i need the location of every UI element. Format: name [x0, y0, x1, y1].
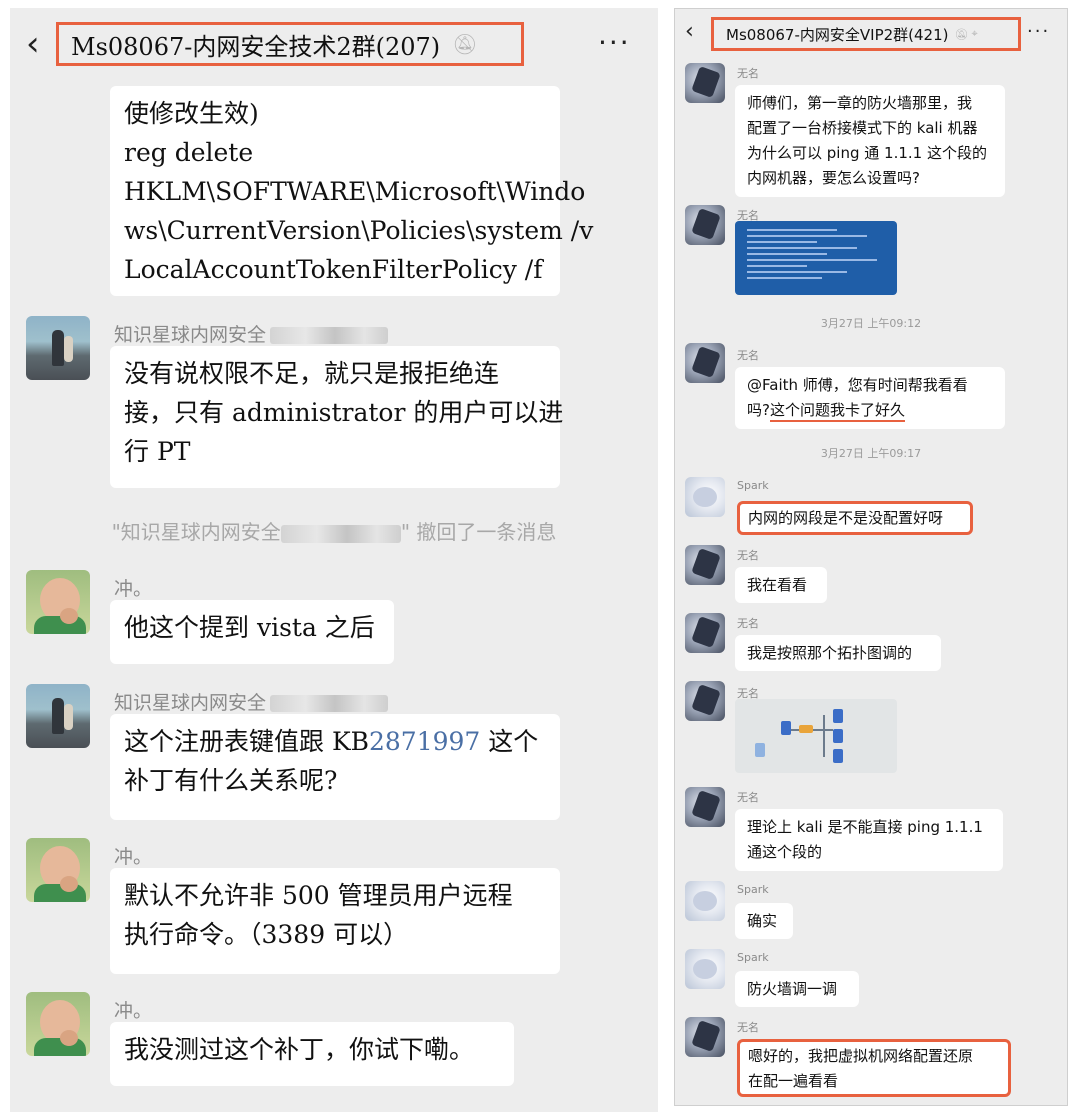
- avatar[interactable]: [685, 681, 725, 721]
- avatar[interactable]: [685, 949, 725, 989]
- message-bubble: 防火墙调一调: [735, 971, 859, 1007]
- sender-name: 无名: [737, 617, 759, 630]
- pin-icon: ⌖: [971, 27, 978, 40]
- message-bubble: 嗯好的，我把虚拟机网络配置还原 在配一遍看看: [737, 1039, 1011, 1097]
- avatar[interactable]: [685, 63, 725, 103]
- avatar[interactable]: [685, 881, 725, 921]
- message-bubble: 没有说权限不足，就只是报拒绝连 接，只有 administrator 的用户可以…: [110, 346, 564, 488]
- redacted-mark: [280, 524, 401, 543]
- message-bubble: @Faith 师傅，您有时间帮我看看 吗?这个问题我卡了好久: [735, 367, 1005, 429]
- group-title: Ms08067-内网安全技术2群(207): [71, 32, 441, 61]
- message-bubble: 这个注册表键值跟 KB2871997 这个 补丁有什么关系呢?: [110, 714, 560, 820]
- bell-off-icon: 🔕︎: [954, 27, 969, 41]
- sender-name: Spark: [737, 479, 769, 492]
- more-options-icon[interactable]: ···: [1027, 21, 1050, 42]
- group-title-box: Ms08067-内网安全VIP2群(421) 🔕︎ ⌖: [711, 17, 1021, 51]
- message-line: 接，只有 administrator 的用户可以进: [124, 398, 564, 427]
- message-line: reg delete: [124, 138, 254, 167]
- group-title: Ms08067-内网安全VIP2群(421): [726, 25, 949, 44]
- message-line: 他这个提到 vista 之后: [124, 613, 375, 642]
- sender-name: 冲。: [114, 1000, 153, 1022]
- back-chevron-icon[interactable]: ‹: [26, 24, 40, 64]
- message-line: 理论上 kali 是不能直接 ping 1.1.1: [747, 818, 983, 836]
- sender-name: Spark: [737, 951, 769, 964]
- message-line: ws\CurrentVersion\Policies\system /v: [124, 216, 594, 245]
- sender-name: 无名: [737, 549, 759, 562]
- recall-notice: "知识星球内网安全 " 撤回了一条消息: [111, 520, 557, 544]
- avatar[interactable]: [685, 205, 725, 245]
- message-line: @Faith 师傅，您有时间帮我看看: [747, 376, 968, 394]
- avatar[interactable]: [26, 570, 90, 634]
- avatar[interactable]: [685, 545, 725, 585]
- message-bubble: 我在看看: [735, 567, 827, 603]
- message-line: 补丁有什么关系呢?: [124, 766, 338, 795]
- message-line: 内网的网段是不是没配置好呀: [748, 509, 944, 527]
- message-line: 内网机器，要怎么设置吗?: [747, 169, 920, 187]
- bell-off-icon: 🔕︎: [452, 32, 478, 56]
- message-bubble: 他这个提到 vista 之后: [110, 600, 394, 664]
- message-bubble: 师傅们，第一章的防火墙那里，我 配置了一台桥接模式下的 kali 机器 为什么可…: [735, 85, 1005, 197]
- back-chevron-icon[interactable]: ‹: [685, 19, 694, 44]
- sender-name: 无名: [737, 67, 759, 80]
- sender-name: 冲。: [114, 578, 153, 600]
- message-line: 这个注册表键值跟 KB2871997 这个: [124, 727, 539, 756]
- sender-name: 知识星球内网安全: [114, 320, 389, 347]
- timestamp: 3月27日 上午09:12: [820, 317, 922, 330]
- message-bubble: 确实: [735, 903, 793, 939]
- timestamp: 3月27日 上午09:17: [820, 447, 922, 460]
- message-line: 我是按照那个拓扑图调的: [747, 644, 913, 662]
- message-line: 在配一遍看看: [748, 1072, 839, 1090]
- message-line: 我在看看: [747, 576, 808, 594]
- message-line: 没有说权限不足，就只是报拒绝连: [124, 359, 500, 388]
- group-title-box: Ms08067-内网安全技术2群(207) 🔕︎: [56, 22, 524, 66]
- sender-name: 冲。: [114, 846, 153, 868]
- message-line: 执行命令。（3389 可以）: [124, 920, 409, 949]
- message-line: 吗?这个问题我卡了好久: [747, 398, 993, 423]
- topology-diagram-image[interactable]: [735, 699, 897, 773]
- sender-name: 无名: [737, 349, 759, 362]
- message-line: 防火墙调一调: [747, 980, 838, 998]
- message-line: 确实: [747, 912, 778, 930]
- right-chat-screenshot: ‹ Ms08067-内网安全VIP2群(421) 🔕︎ ⌖ ··· 无名 师傅们…: [674, 8, 1068, 1106]
- avatar[interactable]: [685, 787, 725, 827]
- terminal-screenshot-image[interactable]: [735, 221, 897, 295]
- avatar[interactable]: [685, 477, 725, 517]
- message-line: 嗯好的，我把虚拟机网络配置还原: [748, 1047, 974, 1065]
- message-bubble: 我没测过这个补丁，你试下嘞。: [110, 1022, 514, 1086]
- message-bubble: 内网的网段是不是没配置好呀: [737, 501, 973, 535]
- message-line: HKLM\SOFTWARE\Microsoft\Windo: [124, 177, 586, 206]
- avatar[interactable]: [685, 613, 725, 653]
- sender-name: Spark: [737, 883, 769, 896]
- highlighted-text: 这个问题我卡了好久: [769, 401, 905, 422]
- redacted-mark: [270, 694, 389, 713]
- avatar[interactable]: [26, 684, 90, 748]
- message-line: 我没测过这个补丁，你试下嘞。: [124, 1035, 475, 1064]
- avatar[interactable]: [26, 992, 90, 1056]
- more-options-icon[interactable]: ···: [598, 26, 631, 59]
- avatar[interactable]: [26, 838, 90, 902]
- sender-name: 无名: [737, 1021, 759, 1034]
- kb-link[interactable]: 2871997: [369, 727, 480, 756]
- message-bubble: 使修改生效) reg delete HKLM\SOFTWARE\Microsof…: [110, 86, 594, 296]
- sender-name: 无名: [737, 791, 759, 804]
- avatar[interactable]: [26, 316, 90, 380]
- message-line: 通这个段的: [747, 843, 823, 861]
- message-line: 默认不允许非 500 管理员用户远程: [124, 881, 513, 910]
- message-line: LocalAccountTokenFilterPolicy /f: [124, 255, 543, 284]
- message-line: 行 PT: [124, 437, 191, 466]
- message-line: 配置了一台桥接模式下的 kali 机器: [747, 119, 978, 137]
- avatar[interactable]: [685, 1017, 725, 1057]
- message-bubble: 默认不允许非 500 管理员用户远程 执行命令。（3389 可以）: [110, 868, 560, 974]
- left-chat-screenshot: ‹ Ms08067-内网安全技术2群(207) 🔕︎ ··· 使修改生效) re…: [10, 8, 658, 1112]
- message-bubble: 我是按照那个拓扑图调的: [735, 635, 941, 671]
- message-line: 为什么可以 ping 通 1.1.1 这个段的: [747, 144, 987, 162]
- message-line: 使修改生效): [124, 99, 259, 128]
- avatar[interactable]: [685, 343, 725, 383]
- message-line: 师傅们，第一章的防火墙那里，我: [747, 94, 973, 112]
- sender-name: 知识星球内网安全: [114, 688, 389, 715]
- message-bubble: 理论上 kali 是不能直接 ping 1.1.1 通这个段的: [735, 809, 1003, 871]
- redacted-mark: [270, 326, 389, 345]
